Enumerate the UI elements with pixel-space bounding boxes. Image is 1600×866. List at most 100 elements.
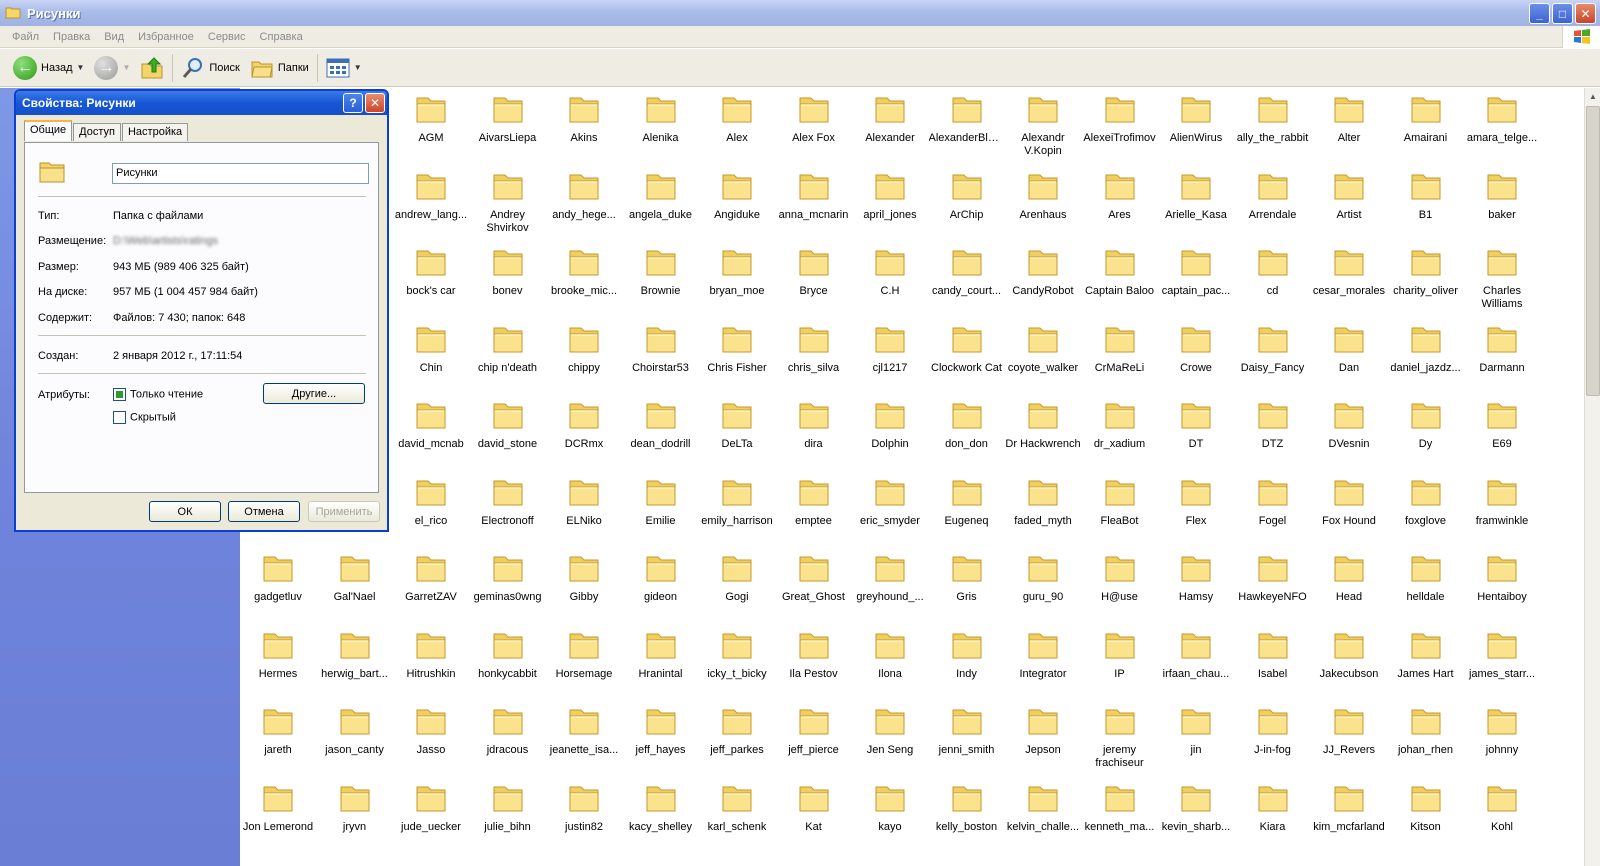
folder-item[interactable]: jeff_parkes	[699, 706, 775, 757]
views-button[interactable]: ▼	[321, 53, 367, 83]
folder-item[interactable]: dr_xadium	[1082, 400, 1158, 451]
folder-item[interactable]: Head	[1311, 553, 1387, 604]
folder-item[interactable]: Choirstar53	[623, 324, 699, 375]
folder-item[interactable]: Alter	[1311, 94, 1387, 145]
folder-item[interactable]: emily_harrison	[699, 477, 775, 528]
folder-item[interactable]: irfaan_chau...	[1158, 630, 1234, 681]
folder-item[interactable]: Andrey Shvirkov	[470, 171, 546, 235]
folder-item[interactable]: Electronoff	[470, 477, 546, 528]
folder-item[interactable]: AlexanderBlack	[929, 94, 1005, 145]
folder-item[interactable]: jryvn	[317, 783, 393, 834]
folder-item[interactable]: DT	[1158, 400, 1234, 451]
folder-item[interactable]: chris_silva	[776, 324, 852, 375]
chevron-down-icon[interactable]: ▼	[354, 63, 362, 72]
folder-item[interactable]: david_mcnab	[393, 400, 469, 451]
hidden-checkbox-row[interactable]: Скрытый	[113, 411, 176, 424]
forward-button[interactable]: → ▼	[89, 53, 135, 83]
folder-item[interactable]: cesar_morales	[1311, 247, 1387, 298]
folder-item[interactable]: CandyRobot	[1005, 247, 1081, 298]
scroll-thumb[interactable]	[1586, 106, 1600, 396]
folder-item[interactable]: Crowe	[1158, 324, 1234, 375]
folder-item[interactable]: Kat	[776, 783, 852, 834]
folder-item[interactable]: Brownie	[623, 247, 699, 298]
folder-item[interactable]: jareth	[240, 706, 316, 757]
folder-item[interactable]: HawkeyeNFO	[1235, 553, 1311, 604]
folder-item[interactable]: Angiduke	[699, 171, 775, 222]
folder-item[interactable]: Alenika	[623, 94, 699, 145]
folder-item[interactable]: Alex	[699, 94, 775, 145]
maximize-button[interactable]: □	[1552, 3, 1573, 24]
folder-item[interactable]: FleaBot	[1082, 477, 1158, 528]
folder-item[interactable]: Ilona	[852, 630, 928, 681]
folder-item[interactable]: herwig_bart...	[317, 630, 393, 681]
folder-item[interactable]: brooke_mic...	[546, 247, 622, 298]
folder-item[interactable]: H@use	[1082, 553, 1158, 604]
folder-item[interactable]: Chris Fisher	[699, 324, 775, 375]
folder-item[interactable]: Great_Ghost	[776, 553, 852, 604]
dialog-close-button[interactable]: ✕	[365, 93, 385, 113]
folder-item[interactable]: Alexander	[852, 94, 928, 145]
folder-item[interactable]: Isabel	[1235, 630, 1311, 681]
folder-item[interactable]: Hranintal	[623, 630, 699, 681]
folder-item[interactable]: Jepson	[1005, 706, 1081, 757]
readonly-checkbox-row[interactable]: Только чтение	[113, 388, 203, 401]
folder-item[interactable]: Dolphin	[852, 400, 928, 451]
folder-item[interactable]: Clockwork Cat	[929, 324, 1005, 375]
readonly-checkbox[interactable]	[113, 388, 126, 401]
folder-item[interactable]: ArChip	[929, 171, 1005, 222]
folder-item[interactable]: Fogel	[1235, 477, 1311, 528]
chevron-down-icon[interactable]: ▼	[122, 63, 130, 72]
folder-item[interactable]: honkycabbit	[470, 630, 546, 681]
folder-item[interactable]: karl_schenk	[699, 783, 775, 834]
minimize-button[interactable]: _	[1529, 3, 1550, 24]
folder-item[interactable]: B1	[1388, 171, 1464, 222]
folder-item[interactable]: Emilie	[623, 477, 699, 528]
menu-view[interactable]: Вид	[97, 31, 131, 43]
folder-item[interactable]: jin	[1158, 706, 1234, 757]
folder-item[interactable]: kacy_shelley	[623, 783, 699, 834]
folder-item[interactable]: ELNiko	[546, 477, 622, 528]
folder-item[interactable]: E69	[1464, 400, 1540, 451]
folder-item[interactable]: Akins	[546, 94, 622, 145]
folder-item[interactable]: Jasso	[393, 706, 469, 757]
folder-item[interactable]: cjl1217	[852, 324, 928, 375]
folder-item[interactable]: Kohl	[1464, 783, 1540, 834]
folder-item[interactable]: Hamsy	[1158, 553, 1234, 604]
folder-item[interactable]: Hitrushkin	[393, 630, 469, 681]
folder-item[interactable]: helldale	[1388, 553, 1464, 604]
folder-item[interactable]: april_jones	[852, 171, 928, 222]
folder-name-input[interactable]: Рисунки	[112, 163, 369, 184]
ok-button[interactable]: ОК	[149, 501, 221, 522]
folder-item[interactable]: andrew_lang...	[393, 171, 469, 222]
folder-item[interactable]: Alexandr V.Kopin	[1005, 94, 1081, 158]
folder-item[interactable]: david_stone	[470, 400, 546, 451]
folder-item[interactable]: GarretZAV	[393, 553, 469, 604]
folder-item[interactable]: framwinkle	[1464, 477, 1540, 528]
folder-item[interactable]: J-in-fog	[1235, 706, 1311, 757]
folder-item[interactable]: candy_court...	[929, 247, 1005, 298]
folder-item[interactable]: Arenhaus	[1005, 171, 1081, 222]
folder-item[interactable]: JJ_Revers	[1311, 706, 1387, 757]
menu-file[interactable]: Файл	[5, 31, 46, 43]
folder-item[interactable]: Hentaiboy	[1464, 553, 1540, 604]
folder-item[interactable]: angela_duke	[623, 171, 699, 222]
folder-item[interactable]: AlienWirus	[1158, 94, 1234, 145]
folder-item[interactable]: guru_90	[1005, 553, 1081, 604]
folder-item[interactable]: Ares	[1082, 171, 1158, 222]
folder-item[interactable]: dean_dodrill	[623, 400, 699, 451]
folder-item[interactable]: Gal'Nael	[317, 553, 393, 604]
folder-item[interactable]: Bryce	[776, 247, 852, 298]
folder-item[interactable]: Chin	[393, 324, 469, 375]
folder-item[interactable]: baker	[1464, 171, 1540, 222]
folder-item[interactable]: Captain Baloo	[1082, 247, 1158, 298]
menu-tools[interactable]: Сервис	[201, 31, 253, 43]
folder-item[interactable]: Fox Hound	[1311, 477, 1387, 528]
folder-item[interactable]: AGM	[393, 94, 469, 145]
tab-general[interactable]: Общие	[24, 120, 73, 141]
folder-item[interactable]: justin82	[546, 783, 622, 834]
folder-item[interactable]: Dr Hackwrench	[1005, 400, 1081, 451]
folder-item[interactable]: ally_the_rabbit	[1235, 94, 1311, 145]
menu-favorites[interactable]: Избранное	[131, 31, 201, 43]
folder-item[interactable]: kim_mcfarland	[1311, 783, 1387, 834]
folders-button[interactable]: Папки	[245, 53, 314, 83]
